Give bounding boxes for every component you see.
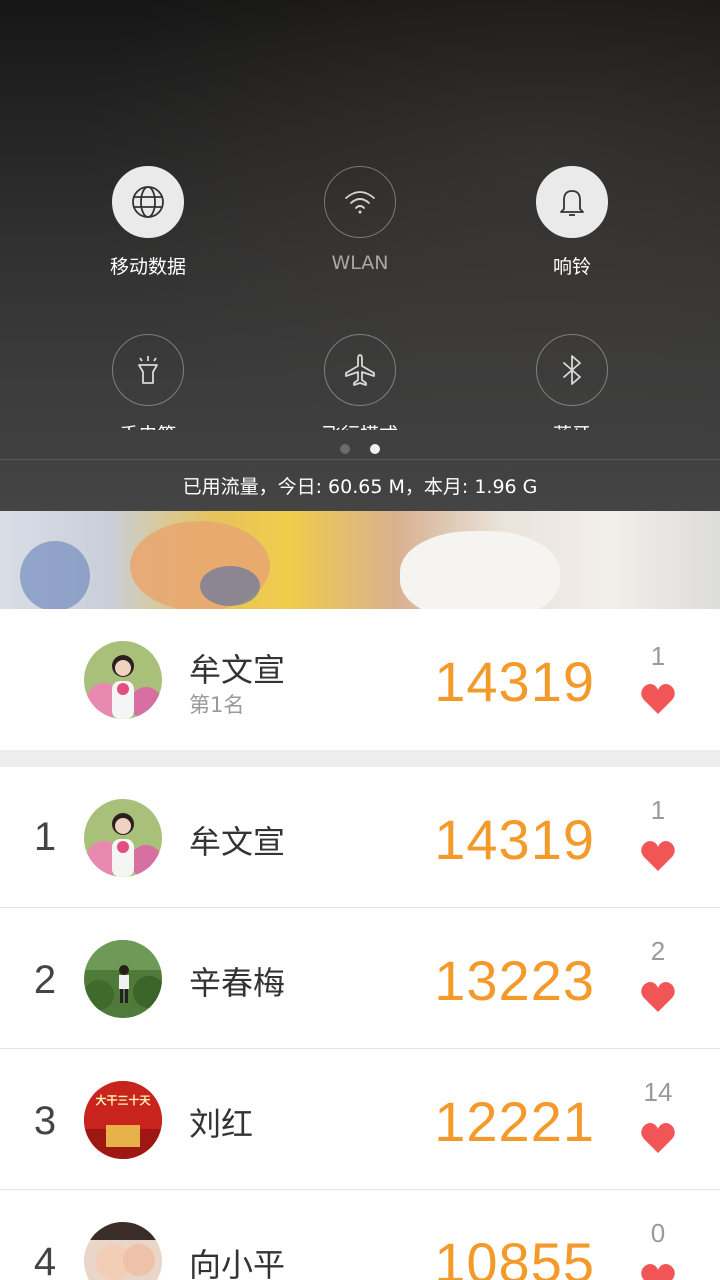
avatar[interactable] [84,641,162,719]
heart-icon[interactable] [640,980,676,1014]
like-count: 14 [643,1077,673,1107]
my-rank-card[interactable]: 牟文宣 第1名 14319 1 [0,609,720,750]
tile-label: 手电筒 [48,420,248,430]
globe-icon [112,166,184,238]
score: 14319 [434,808,595,871]
bluetooth-icon [536,334,608,406]
leaderboard-row[interactable]: 3 大干三十天 刘红 12221 14 [0,1049,720,1190]
tile-flashlight[interactable]: 手电筒 [48,334,248,430]
heart-icon[interactable] [640,839,676,873]
rank-number: 1 [33,815,57,859]
leaderboard-row[interactable]: 2 辛春梅 13223 2 [0,908,720,1049]
rank-number: 2 [33,958,57,1002]
rank-number: 3 [33,1099,57,1143]
heart-icon[interactable] [640,682,676,716]
like-count: 1 [650,795,666,825]
avatar-text: 大干三十天 [96,1093,152,1107]
tile-label: 飞行模式 [260,420,460,430]
score: 13223 [434,949,595,1012]
tile-mobile-data[interactable]: 移动数据 [48,166,248,279]
leaderboard-row[interactable]: 1 牟文宣 14319 1 [0,767,720,908]
avatar[interactable] [84,940,162,1018]
notification-shade: 移动数据 WLAN 响铃 已用流量，今日: 60.65 M，本月: 1.96 G [0,0,720,511]
user-name: 牟文宣 [189,651,286,689]
tile-airplane-mode[interactable]: 飞行模式 [260,334,460,430]
tile-label: 响铃 [552,256,591,278]
like-count: 2 [650,936,666,966]
user-name: 向小平 [189,1246,286,1280]
user-name: 刘红 [189,1105,254,1143]
heart-icon[interactable] [640,1121,676,1155]
like-count: 1 [650,641,666,671]
section-gap [0,750,720,767]
avatar[interactable] [84,799,162,877]
heart-icon[interactable] [640,1262,676,1280]
score: 14319 [434,650,595,713]
avatar[interactable] [84,1222,162,1280]
tile-label: 蓝牙 [472,420,672,430]
flashlight-icon [112,334,184,406]
data-usage-text: 已用流量，今日: 60.65 M，本月: 1.96 G [182,476,538,498]
tile-ringer[interactable]: 响铃 [472,166,672,279]
wifi-icon [324,166,396,238]
rank-number: 4 [33,1240,57,1280]
bell-icon [536,166,608,238]
score: 12221 [434,1090,595,1153]
user-rank-text: 第1名 [189,693,245,717]
page-indicator [0,439,720,458]
score: 10855 [434,1231,595,1280]
page-dot[interactable] [340,444,350,454]
tile-wlan[interactable]: WLAN [260,166,460,274]
user-name: 辛春梅 [189,964,286,1002]
tile-label: 移动数据 [109,256,186,278]
user-name: 牟文宣 [189,823,286,861]
tile-label: WLAN [331,252,389,274]
page-dot-active[interactable] [370,444,380,454]
like-count: 0 [650,1218,666,1248]
leaderboard-row[interactable]: 4 向小平 10855 0 [0,1190,720,1280]
airplane-icon [324,334,396,406]
quick-settings-grid: 移动数据 WLAN 响铃 [0,0,720,430]
banner-photo [0,511,720,609]
tile-bluetooth[interactable]: 蓝牙 [472,334,672,430]
avatar[interactable]: 大干三十天 [84,1081,162,1159]
